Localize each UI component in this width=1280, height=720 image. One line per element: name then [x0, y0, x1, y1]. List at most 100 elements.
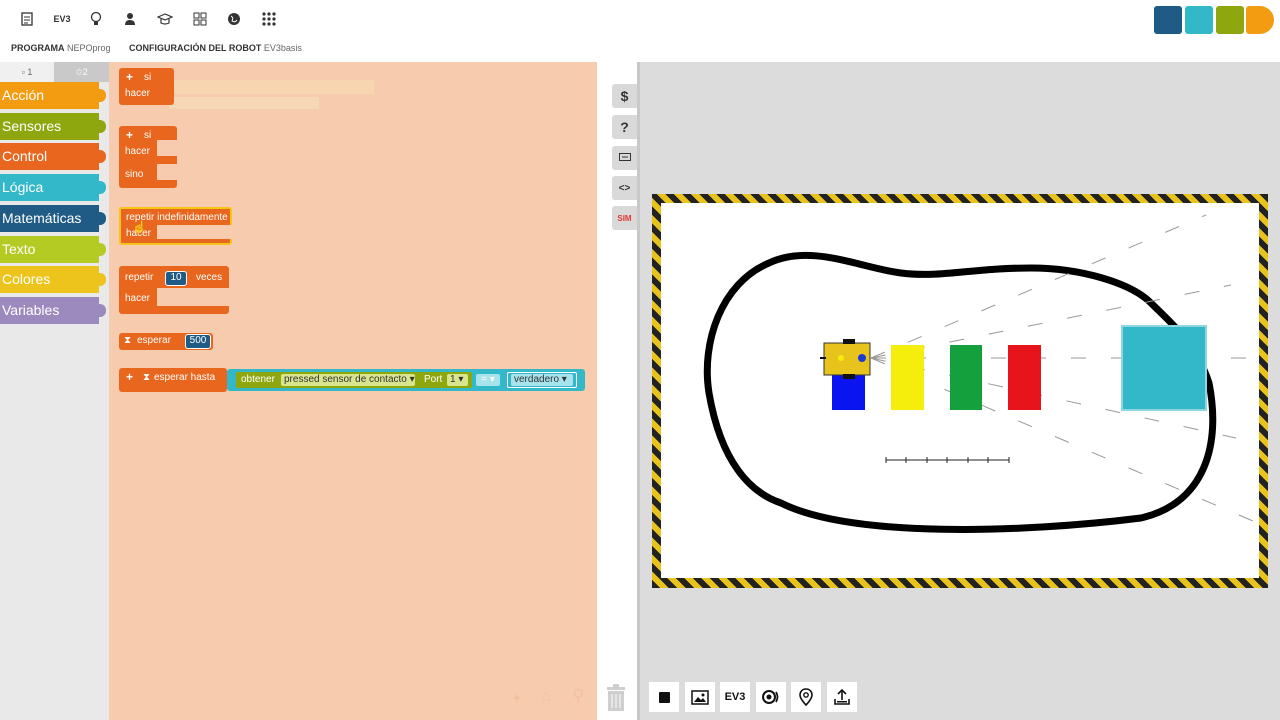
trash-icon[interactable]: [604, 684, 628, 712]
tab-config-label: CONFIGURACIÓN DEL ROBOT: [129, 43, 262, 53]
hourglass-icon: ⧗: [124, 335, 132, 346]
category-variables[interactable]: Variables: [0, 296, 106, 324]
compare-block[interactable]: obtener pressed sensor de contacto ▾ Por…: [227, 369, 585, 391]
hand-cursor-icon: ☝: [132, 220, 147, 234]
wait-ms-input[interactable]: 500: [185, 334, 211, 349]
statement-slot: [157, 288, 229, 306]
export-icon: [834, 688, 850, 705]
tab-robot-config[interactable]: CONFIGURACIÓN DEL ROBOT EV3basis: [129, 43, 302, 53]
tab-program-label: PROGRAMA: [11, 43, 65, 53]
wait-until-block[interactable]: + ⧗ esperar hasta: [119, 368, 227, 392]
sim-button[interactable]: SIM: [612, 206, 637, 230]
level-2-label: 2: [82, 67, 88, 77]
port-label: Port: [424, 374, 443, 385]
category-label: Sensores: [2, 117, 62, 134]
tab-program[interactable]: PROGRAMA NEPOprog: [11, 43, 111, 53]
mode-value: pressed: [284, 374, 320, 385]
category-connector: [98, 242, 106, 256]
zoom-out-icon[interactable]: ⌂: [541, 688, 551, 706]
tab-program-name: NEPOprog: [67, 43, 111, 53]
plus-icon[interactable]: +: [126, 128, 133, 142]
ev3-robot-button[interactable]: EV3: [50, 9, 74, 29]
lightbulb-icon[interactable]: [86, 9, 106, 29]
operator-dropdown[interactable]: = ▾: [476, 374, 500, 386]
if-label: si: [144, 72, 152, 83]
category-label: Acción: [2, 87, 45, 103]
statement-slot: [157, 140, 177, 156]
comment-button[interactable]: [612, 146, 637, 170]
ghost-block: [169, 97, 319, 109]
category-accion[interactable]: Acción: [0, 82, 106, 109]
category-logica[interactable]: Lógica: [0, 174, 106, 202]
help-button[interactable]: ?: [612, 115, 637, 139]
operator-value: =: [481, 374, 488, 385]
statement-slot: [157, 225, 232, 239]
zoom-in-icon[interactable]: ⚲: [572, 686, 584, 706]
stop-icon: [658, 691, 670, 703]
green-object: [950, 345, 982, 410]
wait-block[interactable]: ⧗ esperar 500: [119, 333, 213, 350]
export-button[interactable]: [827, 682, 857, 712]
ghost-block: [164, 80, 374, 94]
else-label: sino: [125, 169, 144, 180]
location-icon: [799, 688, 813, 706]
robot-view-button[interactable]: EV3: [720, 682, 750, 712]
if-else-block[interactable]: + si hacer sino: [119, 126, 177, 188]
red-object: [1008, 345, 1041, 410]
category-matematicas[interactable]: Matemáticas: [0, 204, 106, 232]
level-1-tab[interactable]: ▫ 1: [0, 62, 54, 82]
globe-icon[interactable]: [224, 9, 244, 29]
repeat-times-block[interactable]: repetir 10 veces hacer: [119, 266, 229, 314]
sim-field[interactable]: [661, 203, 1259, 578]
level-2-tab[interactable]: ✩2: [54, 62, 109, 82]
background-image-button[interactable]: [685, 682, 715, 712]
category-label: Lógica: [2, 179, 44, 196]
repeat-count-input[interactable]: 10: [165, 271, 187, 286]
position-button[interactable]: [791, 682, 821, 712]
grid-icon[interactable]: [190, 9, 210, 29]
cyan-obstacle: [1121, 325, 1207, 411]
person-icon[interactable]: [120, 9, 140, 29]
port-dropdown[interactable]: 1 ▾: [447, 374, 468, 386]
ev3-robot: [820, 339, 871, 379]
scale-bar: [885, 457, 1010, 463]
source-code-button[interactable]: <>: [612, 176, 637, 200]
wait-until-label: esperar hasta: [154, 372, 216, 383]
apps-icon[interactable]: [259, 9, 279, 29]
times-label: veces: [196, 272, 223, 283]
logo-square-o: [1246, 6, 1274, 34]
statement-slot: [157, 164, 177, 180]
category-colores[interactable]: Colores: [0, 266, 106, 294]
boolean-block[interactable]: verdadero ▾: [507, 372, 577, 388]
boolean-dropdown[interactable]: verdadero ▾: [511, 374, 573, 386]
sensor-mode-dropdown[interactable]: pressed sensor de contacto ▾: [281, 374, 415, 386]
code-export-button[interactable]: $: [612, 84, 637, 108]
zoom-reset-icon[interactable]: ✦: [511, 690, 523, 707]
wait-label: esperar: [137, 335, 171, 346]
yellow-object: [891, 345, 924, 410]
category-sensores[interactable]: Sensores: [0, 112, 106, 140]
plus-icon[interactable]: +: [126, 370, 133, 384]
port-value: 1: [450, 374, 456, 385]
logo-square-n: [1154, 6, 1182, 34]
category-texto[interactable]: Texto: [0, 235, 106, 263]
category-label: Texto: [2, 240, 36, 257]
top-bar: EV3 PROGRAMA NEPOprog CONFIGURACIÓN DEL …: [0, 0, 1280, 63]
level-1-label: 1: [27, 67, 33, 77]
sensor-values-button[interactable]: [756, 682, 786, 712]
plus-icon[interactable]: +: [126, 70, 133, 84]
sensor-value: sensor de contacto: [322, 374, 407, 385]
graduation-icon[interactable]: [155, 9, 175, 29]
category-label: Matemáticas: [2, 209, 82, 226]
block-flyout: + si hacer + si hacer sino repetir indef…: [109, 62, 597, 720]
stop-button[interactable]: [649, 682, 679, 712]
do-label: hacer: [125, 146, 151, 157]
get-sensor-block[interactable]: obtener pressed sensor de contacto ▾ Por…: [236, 372, 472, 388]
document-icon[interactable]: [17, 9, 37, 29]
do-label: hacer: [125, 88, 151, 99]
category-control[interactable]: Control: [0, 143, 106, 171]
sensor-icon: [762, 690, 779, 704]
get-label: obtener: [241, 374, 275, 385]
if-block[interactable]: + si hacer: [119, 68, 174, 105]
repeat-label: repetir: [125, 272, 154, 283]
